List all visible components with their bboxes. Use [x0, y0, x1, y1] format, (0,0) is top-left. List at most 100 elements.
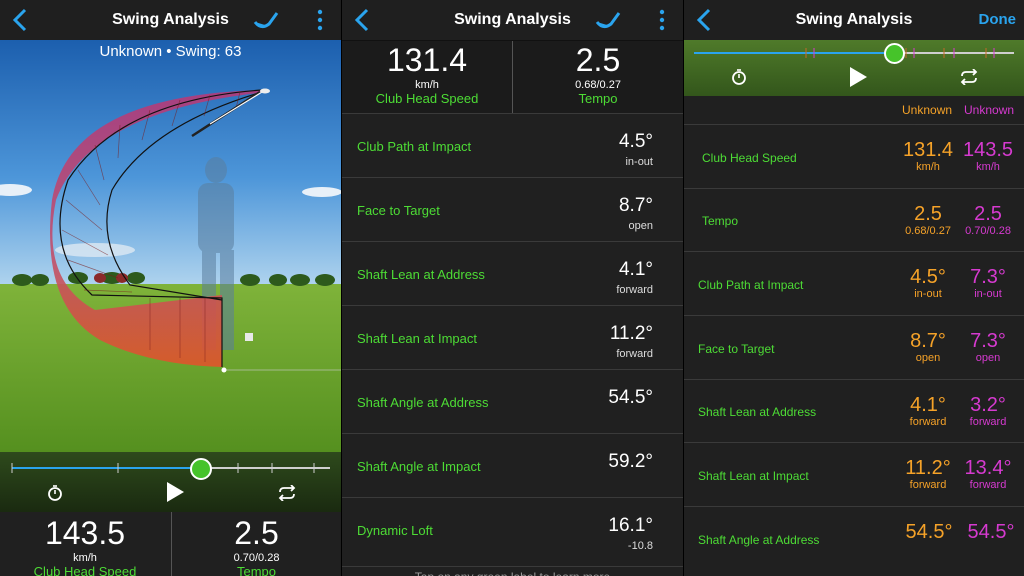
repeat-icon[interactable]: [276, 485, 298, 501]
metric-label[interactable]: Tempo: [702, 214, 738, 228]
sub-b: forward: [969, 479, 1007, 491]
value-b: 7.3°: [970, 330, 1006, 352]
compare-row[interactable]: Shaft Angle at Address 54.5° 54.5°: [684, 506, 1024, 576]
metric-value: 16.1°: [608, 515, 653, 536]
metric-label[interactable]: Shaft Angle at Address: [357, 395, 489, 410]
metric-label[interactable]: Shaft Angle at Address: [698, 533, 819, 547]
metric-value: 54.5°: [608, 387, 653, 408]
compare-row[interactable]: Shaft Lean at Impact 11.2° forward 13.4°…: [684, 442, 1024, 507]
compare-row[interactable]: Club Head Speed 131.4 km/h 143.5 km/h: [684, 124, 1024, 189]
value-b: 2.5: [974, 203, 1002, 225]
metric-label[interactable]: Club Path at Impact: [357, 139, 471, 154]
sub-b: open: [975, 352, 1001, 364]
stat-value: 143.5: [44, 515, 126, 551]
metric-label[interactable]: Shaft Angle at Impact: [357, 459, 481, 474]
value-a: 4.5°: [910, 266, 946, 288]
value-b: 13.4°: [964, 457, 1012, 479]
compare-row[interactable]: Tempo 2.5 0.68/0.27 2.5 0.70/0.28: [684, 188, 1024, 252]
timeline-slider-thumb[interactable]: [190, 458, 212, 480]
compare-row[interactable]: Club Path at Impact 4.5° in-out 7.3° in-…: [684, 251, 1024, 316]
nav-bar: Swing Analysis: [342, 0, 683, 41]
nav-bar: Swing Analysis: [0, 0, 341, 41]
metric-value: 4.5°: [618, 131, 653, 152]
sub-b: 0.70/0.28: [965, 225, 1011, 237]
stat-value: 2.5: [575, 42, 621, 78]
metric-row[interactable]: Shaft Lean at Address 4.1° forward: [342, 241, 683, 305]
repeat-icon[interactable]: [958, 69, 980, 85]
club-icon[interactable]: [595, 10, 621, 30]
metric-value: 59.2°: [608, 451, 653, 472]
swing-3d-view[interactable]: [0, 40, 341, 452]
stat-value: 131.4: [386, 42, 468, 78]
playback-controls: [684, 40, 1024, 96]
metric-value: 8.7°: [618, 195, 653, 216]
metric-label[interactable]: Shaft Lean at Impact: [698, 469, 809, 483]
metric-row[interactable]: Shaft Lean at Impact 11.2° forward: [342, 305, 683, 369]
swing-info: Unknown • Swing: 63: [99, 43, 242, 60]
swing-metrics-panel: Swing Analysis 131.4 km/h Club Head Spee…: [342, 0, 683, 576]
value-b: 7.3°: [970, 266, 1006, 288]
metric-value: 4.1°: [618, 259, 653, 280]
done-button[interactable]: Done: [979, 11, 1017, 28]
metric-label[interactable]: Shaft Lean at Impact: [357, 331, 477, 346]
stat-club-head-speed: 143.5 km/h Club Head Speed: [0, 515, 170, 576]
more-icon[interactable]: [655, 9, 669, 31]
metric-value: 11.2°: [609, 323, 653, 344]
stat-unit: km/h: [415, 79, 439, 91]
more-icon[interactable]: [313, 9, 327, 31]
timeline-slider-thumb[interactable]: [884, 43, 905, 64]
footer-hint: Tap on any green label to learn more: [342, 566, 683, 576]
stat-unit: 0.70/0.28: [233, 552, 280, 564]
stat-label[interactable]: Club Head Speed: [342, 91, 512, 106]
metric-row[interactable]: Shaft Angle at Impact 59.2°: [342, 433, 683, 497]
play-icon[interactable]: [848, 66, 868, 88]
stat-label[interactable]: Tempo: [513, 91, 683, 106]
metric-sub: forward: [616, 284, 653, 296]
metric-label[interactable]: Shaft Lean at Address: [698, 405, 816, 419]
stat-label[interactable]: Club Head Speed: [0, 564, 170, 576]
value-a: 54.5°: [905, 521, 953, 543]
value-b: 143.5: [962, 139, 1014, 161]
value-a: 4.1°: [910, 394, 946, 416]
playback-controls: [0, 452, 341, 512]
swing-visual-panel: Swing Analysis Unknown • Swing: 63 143.5…: [0, 0, 341, 576]
page-title: Swing Analysis: [795, 11, 913, 28]
value-b: 54.5°: [967, 521, 1015, 543]
nav-bar: Swing Analysis Done: [684, 0, 1024, 41]
metric-row[interactable]: Dynamic Loft 16.1° -10.8: [342, 497, 683, 561]
metric-sub: -10.8: [627, 540, 653, 552]
stat-value: 2.5: [234, 515, 279, 551]
compare-row[interactable]: Shaft Lean at Address 4.1° forward 3.2° …: [684, 379, 1024, 443]
metric-label[interactable]: Club Head Speed: [702, 151, 797, 165]
metric-sub: forward: [616, 348, 653, 360]
timer-icon[interactable]: [730, 68, 748, 86]
club-icon[interactable]: [253, 10, 279, 30]
metric-label[interactable]: Shaft Lean at Address: [357, 267, 485, 282]
value-a: 8.7°: [910, 330, 946, 352]
sub-b: km/h: [976, 161, 1000, 173]
metric-label[interactable]: Dynamic Loft: [357, 523, 433, 538]
metric-label[interactable]: Club Path at Impact: [698, 278, 803, 292]
metric-sub: in-out: [625, 156, 653, 168]
swing-compare-panel: Swing Analysis Done Unknown Unknown Club…: [684, 0, 1024, 576]
play-icon[interactable]: [165, 481, 185, 503]
sub-b: forward: [969, 416, 1007, 428]
value-b: 3.2°: [970, 394, 1006, 416]
metric-label[interactable]: Face to Target: [357, 203, 440, 218]
page-title: Swing Analysis: [112, 11, 229, 28]
stat-tempo: 2.5 0.68/0.27 Tempo: [513, 42, 683, 106]
stat-club-head-speed: 131.4 km/h Club Head Speed: [342, 42, 512, 106]
stat-label[interactable]: Tempo: [172, 564, 341, 576]
page-title: Swing Analysis: [454, 11, 571, 28]
stat-unit: 0.68/0.27: [575, 79, 621, 91]
metric-row[interactable]: Face to Target 8.7° open: [342, 177, 683, 241]
stat-unit: km/h: [73, 552, 97, 564]
timer-icon[interactable]: [46, 484, 64, 502]
metric-row[interactable]: Shaft Angle at Address 54.5°: [342, 369, 683, 433]
stat-tempo: 2.5 0.70/0.28 Tempo: [172, 515, 341, 576]
compare-row[interactable]: Face to Target 8.7° open 7.3° open: [684, 315, 1024, 380]
value-a: 2.5: [914, 203, 942, 225]
metric-row[interactable]: Club Path at Impact 4.5° in-out: [342, 113, 683, 177]
metric-label[interactable]: Face to Target: [698, 342, 775, 356]
sub-b: in-out: [974, 288, 1002, 300]
